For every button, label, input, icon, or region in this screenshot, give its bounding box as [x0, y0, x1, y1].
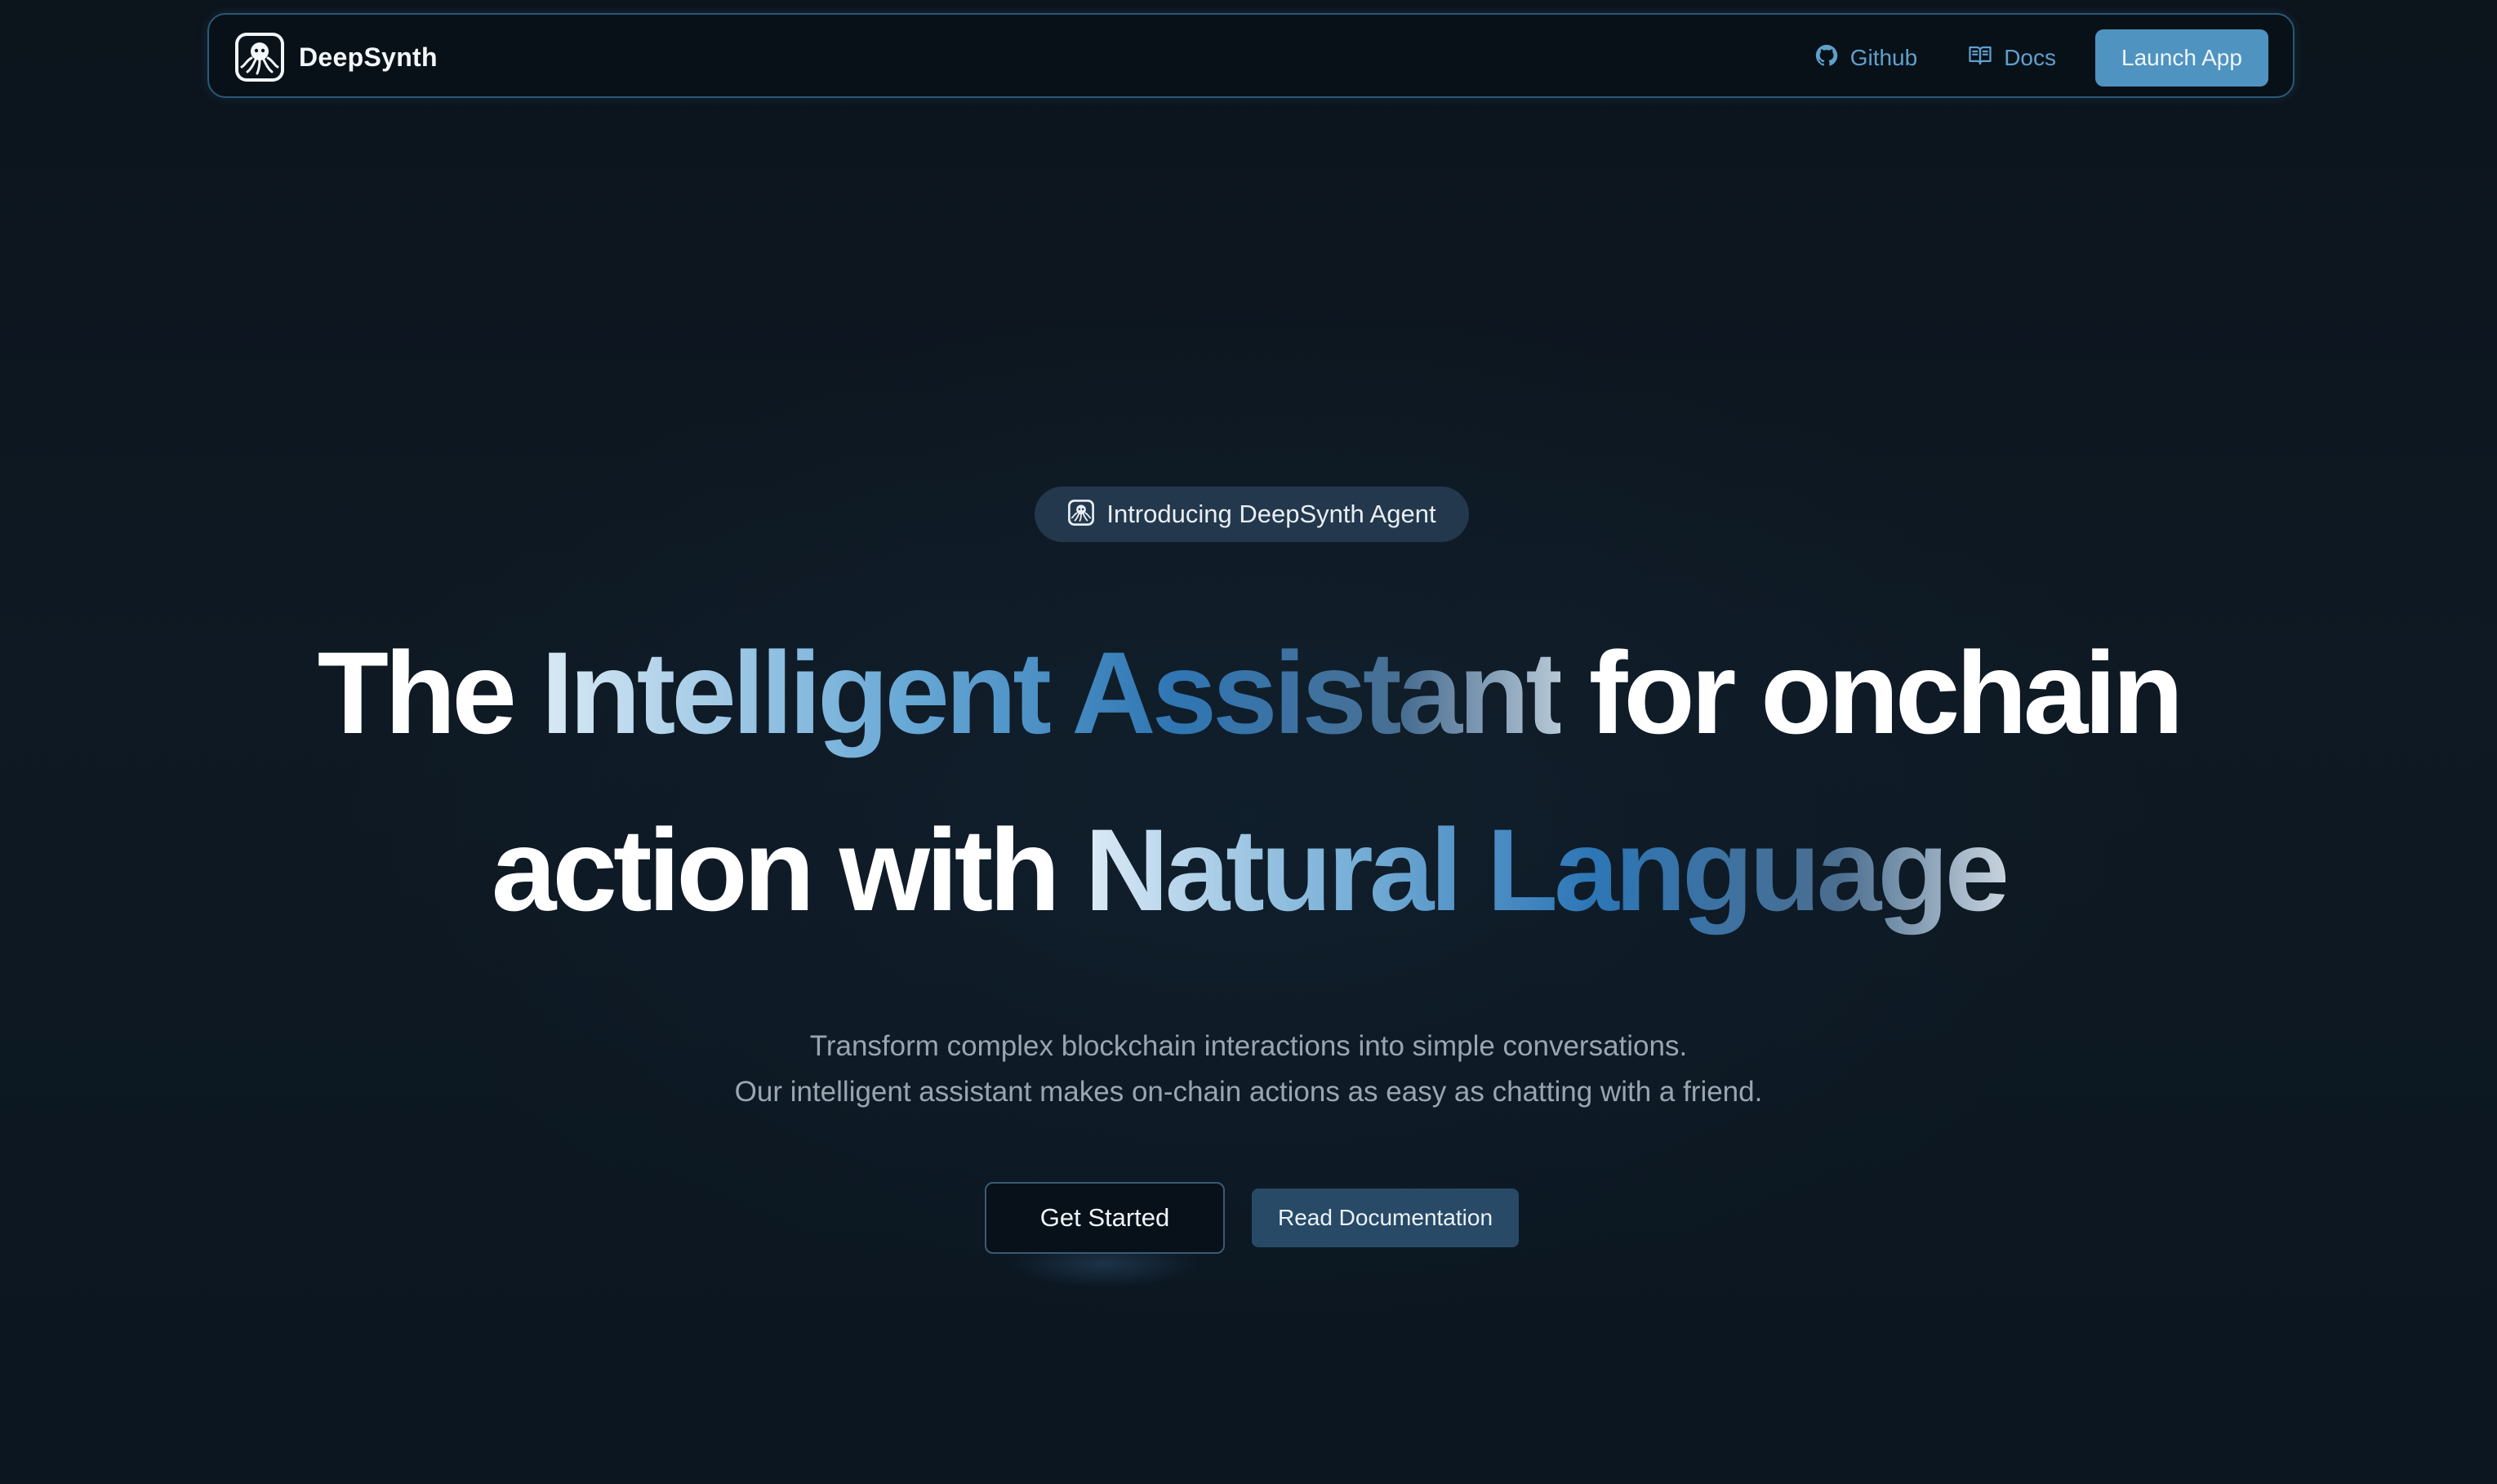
top-navbar: DeepSynth Github Docs Launch App	[207, 13, 2294, 98]
headline-highlight-natural-language: Natural Language	[1084, 806, 2010, 935]
hero-headline-line1: The Intelligent Assistant for onchain	[0, 635, 2497, 752]
headline-word-the: The	[317, 629, 517, 758]
nav-link-github-label: Github	[1849, 45, 1918, 70]
nav-link-docs-label: Docs	[2004, 45, 2056, 70]
nav-link-docs[interactable]: Docs	[1968, 43, 2056, 73]
get-started-wrapper: Get Started	[985, 1182, 1225, 1288]
intro-badge-label: Introducing DeepSynth Agent	[1106, 500, 1436, 528]
hero-headline-line2: action with Natural Language	[0, 812, 2497, 929]
octopus-logo-icon	[234, 31, 286, 83]
intro-badge[interactable]: Introducing DeepSynth Agent	[1035, 487, 1469, 542]
headline-action-with: action with	[491, 806, 1061, 935]
get-started-button[interactable]: Get Started	[985, 1182, 1225, 1254]
brand-name: DeepSynth	[299, 42, 438, 72]
hero-subtext-line2: Our intelligent assistant makes on-chain…	[734, 1076, 1763, 1108]
read-documentation-button[interactable]: Read Documentation	[1252, 1189, 1519, 1247]
hero-subtext-line1: Transform complex blockchain interaction…	[809, 1030, 1688, 1062]
nav-links: Github Docs Launch App	[1814, 29, 2268, 87]
nav-link-github[interactable]: Github	[1814, 43, 1918, 73]
brand[interactable]: DeepSynth	[234, 31, 438, 83]
github-icon	[1814, 43, 1850, 73]
octopus-logo-icon	[1067, 499, 1106, 531]
headline-highlight-intelligent-assistant: Intelligent Assistant	[541, 629, 1565, 758]
headline-for-onchain: for onchain	[1588, 629, 2184, 758]
launch-app-button[interactable]: Launch App	[2095, 29, 2268, 87]
book-open-icon	[1968, 43, 2004, 73]
